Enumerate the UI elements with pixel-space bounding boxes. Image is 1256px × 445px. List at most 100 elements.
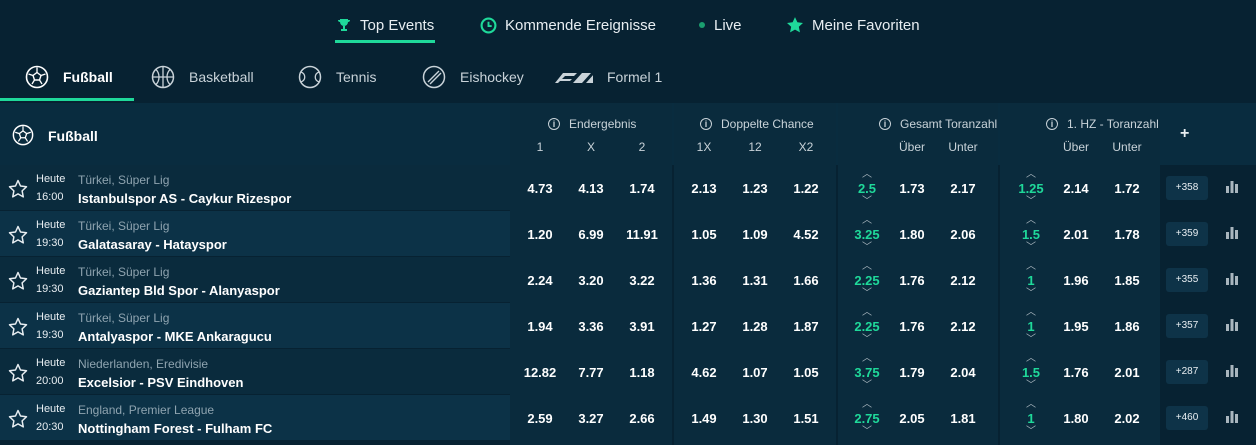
odd-1x[interactable]: 2.13 <box>679 181 729 196</box>
favorite-star-icon[interactable] <box>8 317 28 337</box>
odd-hz-uber[interactable]: 1.95 <box>1051 319 1101 334</box>
odd-gesamt-uber[interactable]: 2.05 <box>887 411 937 426</box>
tab-top-events[interactable]: Top Events <box>336 14 434 36</box>
more-markets-button[interactable]: +460 <box>1166 406 1208 430</box>
odd-x2[interactable]: 1.05 <box>781 365 831 380</box>
chevron-up-icon[interactable]: ︿ <box>1014 170 1048 180</box>
event-teams[interactable]: Excelsior - PSV Eindhoven <box>78 375 243 390</box>
more-markets-button[interactable]: +355 <box>1166 268 1208 292</box>
odd-gesamt-unter[interactable]: 2.04 <box>938 365 988 380</box>
chevron-up-icon[interactable]: ︿ <box>1014 400 1048 410</box>
odd-1x[interactable]: 1.36 <box>679 273 729 288</box>
odd-gesamt-unter[interactable]: 1.81 <box>938 411 988 426</box>
statistics-icon[interactable] <box>1225 225 1239 239</box>
odd-2[interactable]: 3.22 <box>617 273 667 288</box>
odd-hz-unter[interactable]: 1.86 <box>1102 319 1152 334</box>
chevron-up-icon[interactable]: ︿ <box>850 262 884 272</box>
odd-2[interactable]: 11.91 <box>617 227 667 242</box>
chevron-down-icon[interactable]: ﹀ <box>1014 381 1048 391</box>
chevron-down-icon[interactable]: ﹀ <box>850 335 884 345</box>
info-icon[interactable]: i <box>548 118 560 130</box>
favorite-star-icon[interactable] <box>8 409 28 429</box>
odd-12[interactable]: 1.23 <box>730 181 780 196</box>
chevron-up-icon[interactable]: ︿ <box>850 354 884 364</box>
odd-2[interactable]: 1.74 <box>617 181 667 196</box>
tab-favorites[interactable]: Meine Favoriten <box>786 14 920 36</box>
chevron-up-icon[interactable]: ︿ <box>850 308 884 318</box>
odd-1[interactable]: 1.20 <box>515 227 565 242</box>
odd-12[interactable]: 1.28 <box>730 319 780 334</box>
odd-x2[interactable]: 1.87 <box>781 319 831 334</box>
odd-1[interactable]: 4.73 <box>515 181 565 196</box>
chevron-down-icon[interactable]: ﹀ <box>850 381 884 391</box>
odd-hz-uber[interactable]: 1.80 <box>1051 411 1101 426</box>
info-icon[interactable]: i <box>700 118 712 130</box>
odd-gesamt-unter[interactable]: 2.06 <box>938 227 988 242</box>
odd-1x[interactable]: 1.27 <box>679 319 729 334</box>
chevron-down-icon[interactable]: ﹀ <box>850 197 884 207</box>
odd-gesamt-uber[interactable]: 1.80 <box>887 227 937 242</box>
add-market-button[interactable]: + <box>1180 125 1189 143</box>
odd-1[interactable]: 2.59 <box>515 411 565 426</box>
odd-x2[interactable]: 4.52 <box>781 227 831 242</box>
favorite-star-icon[interactable] <box>8 271 28 291</box>
chevron-down-icon[interactable]: ﹀ <box>1014 335 1048 345</box>
chevron-up-icon[interactable]: ︿ <box>1014 216 1048 226</box>
favorite-star-icon[interactable] <box>8 225 28 245</box>
odd-12[interactable]: 1.07 <box>730 365 780 380</box>
statistics-icon[interactable] <box>1225 271 1239 285</box>
odd-gesamt-uber[interactable]: 1.73 <box>887 181 937 196</box>
chevron-down-icon[interactable]: ﹀ <box>1014 243 1048 253</box>
odd-gesamt-uber[interactable]: 1.76 <box>887 319 937 334</box>
event-teams[interactable]: Istanbulspor AS - Caykur Rizespor <box>78 191 291 206</box>
chevron-down-icon[interactable]: ﹀ <box>850 243 884 253</box>
odd-1x[interactable]: 4.62 <box>679 365 729 380</box>
odd-1[interactable]: 1.94 <box>515 319 565 334</box>
chevron-up-icon[interactable]: ︿ <box>850 400 884 410</box>
more-markets-button[interactable]: +359 <box>1166 222 1208 246</box>
chevron-up-icon[interactable]: ︿ <box>850 216 884 226</box>
odd-x2[interactable]: 1.51 <box>781 411 831 426</box>
favorite-star-icon[interactable] <box>8 363 28 383</box>
odd-hz-uber[interactable]: 1.76 <box>1051 365 1101 380</box>
info-icon[interactable]: i <box>1046 118 1058 130</box>
odd-hz-unter[interactable]: 2.02 <box>1102 411 1152 426</box>
odd-hz-uber[interactable]: 2.01 <box>1051 227 1101 242</box>
odd-hz-unter[interactable]: 1.85 <box>1102 273 1152 288</box>
chevron-down-icon[interactable]: ﹀ <box>850 427 884 437</box>
odd-hz-unter[interactable]: 2.01 <box>1102 365 1152 380</box>
odd-12[interactable]: 1.30 <box>730 411 780 426</box>
odd-1[interactable]: 12.82 <box>515 365 565 380</box>
tab-upcoming-events[interactable]: Kommende Ereignisse <box>480 14 656 36</box>
sport-tab-soccer[interactable]: Fußball <box>25 64 113 90</box>
chevron-up-icon[interactable]: ︿ <box>1014 308 1048 318</box>
odd-2[interactable]: 3.91 <box>617 319 667 334</box>
chevron-down-icon[interactable]: ﹀ <box>1014 427 1048 437</box>
chevron-up-icon[interactable]: ︿ <box>1014 262 1048 272</box>
odd-x2[interactable]: 1.66 <box>781 273 831 288</box>
odd-x[interactable]: 3.36 <box>566 319 616 334</box>
statistics-icon[interactable] <box>1225 363 1239 377</box>
sport-tab-formula1[interactable]: Formel 1 <box>553 64 662 90</box>
statistics-icon[interactable] <box>1225 317 1239 331</box>
odd-x2[interactable]: 1.22 <box>781 181 831 196</box>
odd-gesamt-uber[interactable]: 1.79 <box>887 365 937 380</box>
statistics-icon[interactable] <box>1225 409 1239 423</box>
chevron-up-icon[interactable]: ︿ <box>1014 354 1048 364</box>
odd-12[interactable]: 1.09 <box>730 227 780 242</box>
chevron-down-icon[interactable]: ﹀ <box>1014 197 1048 207</box>
more-markets-button[interactable]: +358 <box>1166 176 1208 200</box>
odd-hz-uber[interactable]: 1.96 <box>1051 273 1101 288</box>
more-markets-button[interactable]: +357 <box>1166 314 1208 338</box>
sport-tab-icehockey[interactable]: Eishockey <box>422 64 524 90</box>
odd-gesamt-unter[interactable]: 2.12 <box>938 273 988 288</box>
odd-1x[interactable]: 1.05 <box>679 227 729 242</box>
odd-hz-unter[interactable]: 1.72 <box>1102 181 1152 196</box>
event-teams[interactable]: Galatasaray - Hatayspor <box>78 237 227 252</box>
more-markets-button[interactable]: +287 <box>1166 360 1208 384</box>
odd-x[interactable]: 6.99 <box>566 227 616 242</box>
tab-live[interactable]: Live <box>699 14 742 36</box>
odd-hz-uber[interactable]: 2.14 <box>1051 181 1101 196</box>
odd-2[interactable]: 1.18 <box>617 365 667 380</box>
odd-gesamt-unter[interactable]: 2.12 <box>938 319 988 334</box>
